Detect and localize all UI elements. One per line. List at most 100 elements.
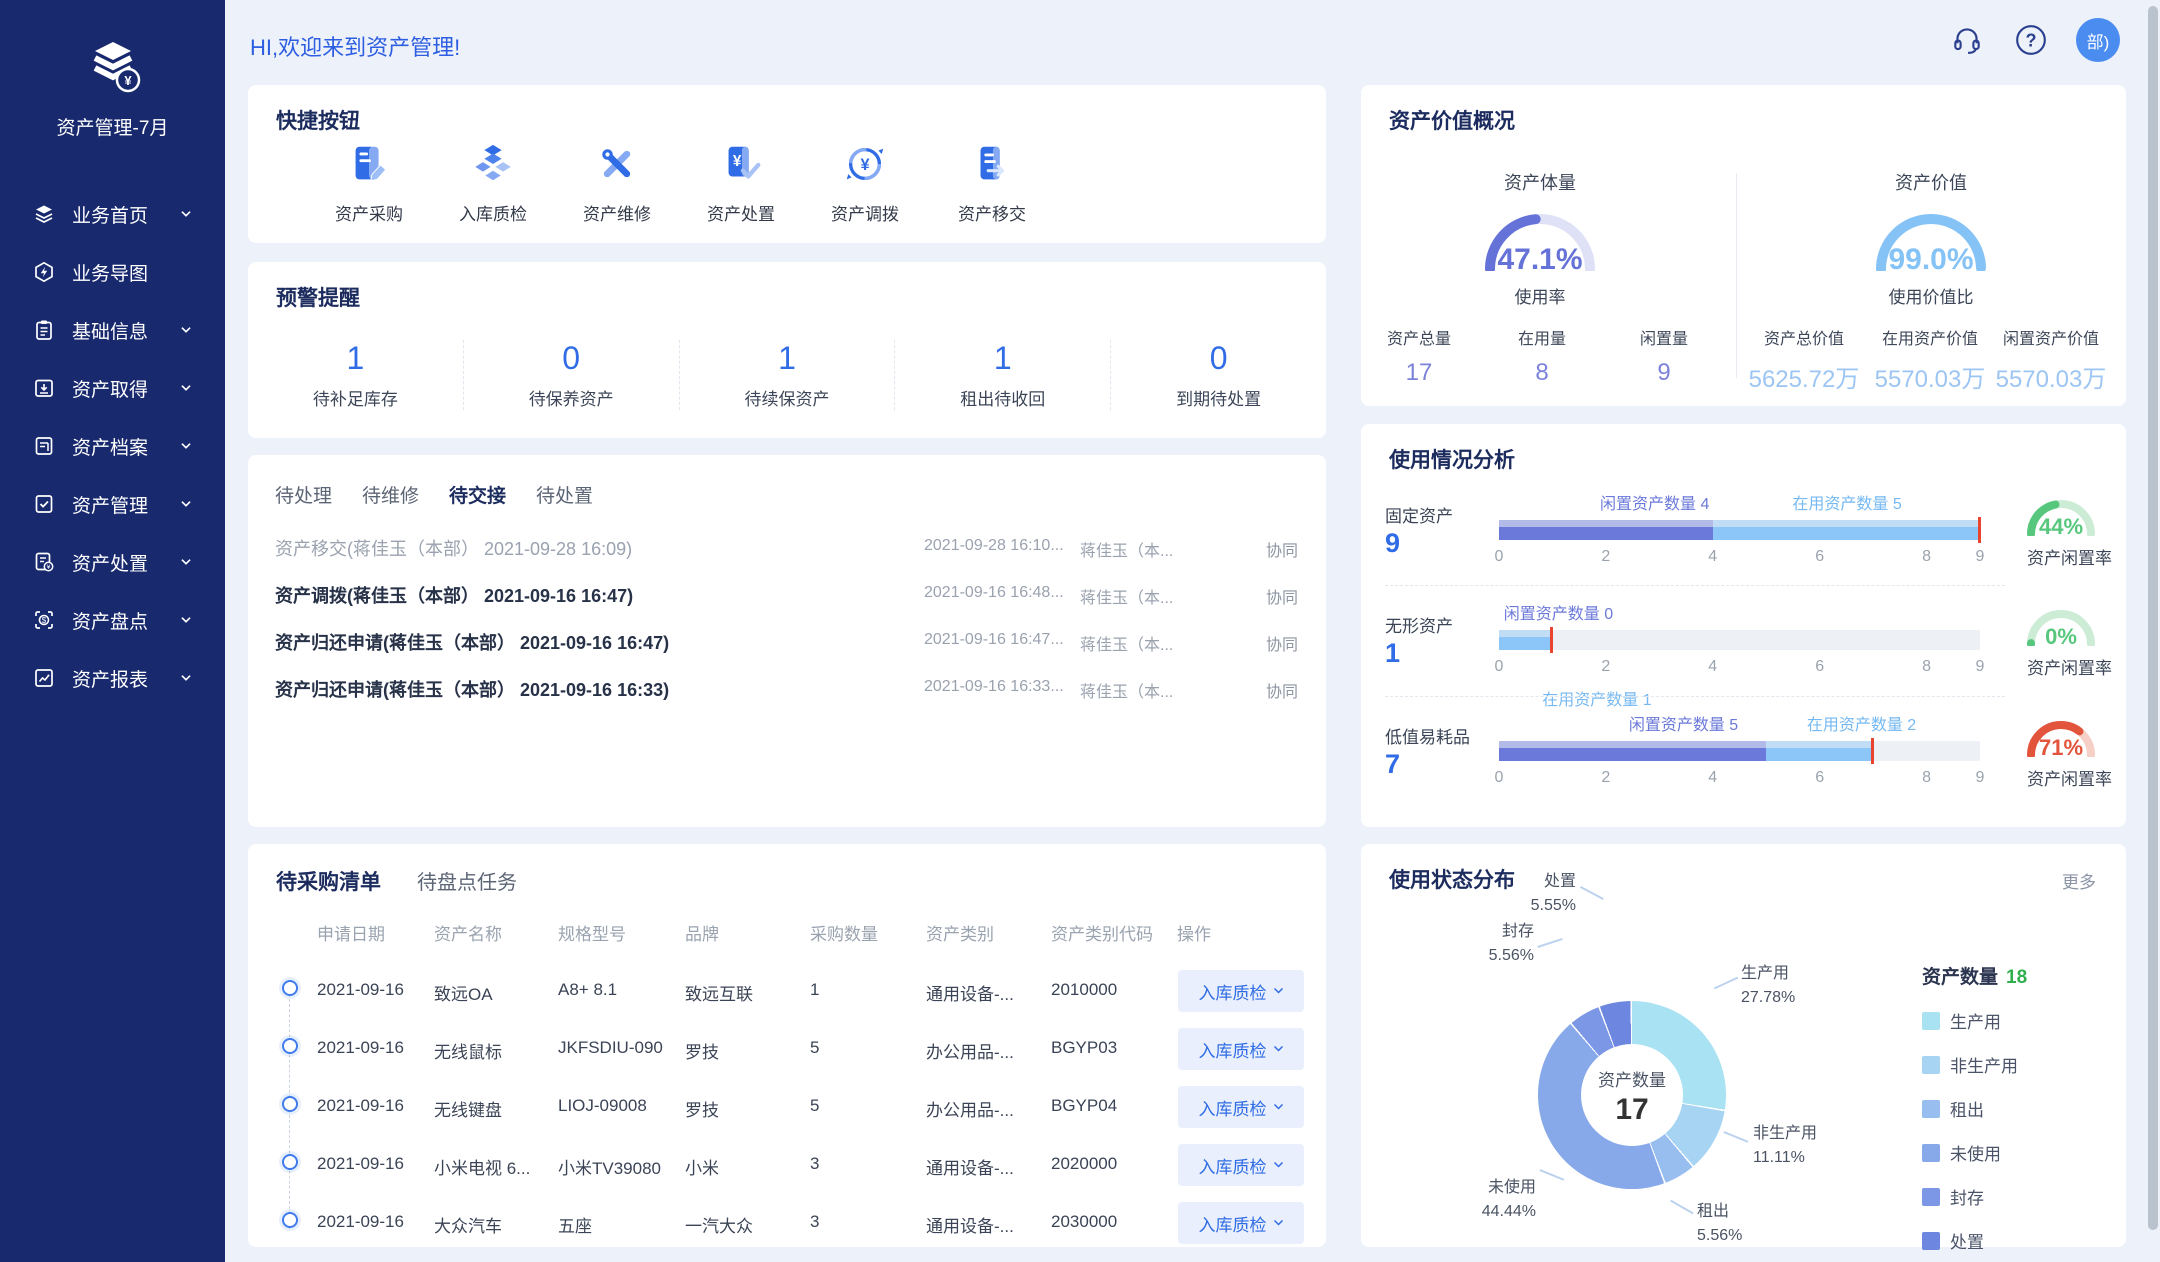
sidebar-item-label: 资产报表 (72, 665, 179, 692)
sidebar-item-asset-acquire[interactable]: 资产取得 (0, 359, 225, 417)
col-category: 资产类别 (926, 920, 994, 945)
tab-repair[interactable]: 待维修 (362, 481, 419, 508)
chevron-down-icon (179, 671, 195, 685)
alert-label: 租出待收回 (895, 385, 1110, 410)
stat-idle-count: 闲置量9 (1589, 325, 1739, 387)
task-row[interactable]: 资产调拨(蒋佳玉（本部） 2021-09-16 16:47) 2021-09-1… (248, 574, 1326, 614)
callout-sealed: 封存5.56% (1429, 920, 1534, 968)
legend-item-production[interactable]: 生产用 (1922, 1008, 2027, 1033)
quick-action-asset-repair[interactable]: 资产维修 (557, 141, 677, 225)
task-person: 蒋佳玉（本... (1080, 678, 1173, 702)
quick-action-inbound-inspection[interactable]: 入库质检 (433, 141, 553, 225)
chart-report-icon (32, 665, 58, 691)
quick-action-asset-transfer[interactable]: ¥ 资产调拨 (805, 141, 925, 225)
inbound-inspection-button[interactable]: 入库质检 (1178, 1086, 1304, 1128)
legend-swatch (1922, 1100, 1940, 1118)
task-tabs: 待处理 待维修 待交接 待处置 (275, 481, 593, 508)
alert-value: 1 (680, 340, 895, 377)
sidebar-item-label: 资产盘点 (72, 607, 179, 634)
sidebar-item-base-info[interactable]: 基础信息 (0, 301, 225, 359)
asset-purchase-icon (346, 141, 392, 187)
tab-purchase-list[interactable]: 待采购清单 (276, 866, 381, 896)
svg-text:$: $ (42, 616, 47, 625)
sidebar-item-asset-dispose[interactable]: ¥ 资产处置 (0, 533, 225, 591)
tab-handover[interactable]: 待交接 (449, 481, 506, 508)
col-model: 规格型号 (558, 920, 626, 945)
alert-value: 1 (895, 340, 1110, 377)
table-row: 2021-09-16 小米电视 6... 小米TV39080 小米 3 通用设备… (248, 1154, 1326, 1198)
quick-action-asset-handover[interactable]: 资产移交 (932, 141, 1052, 225)
tasks-panel: 待处理 待维修 待交接 待处置 资产移交(蒋佳玉（本部） 2021-09-28 … (248, 455, 1326, 827)
timeline-dot (282, 1154, 298, 1170)
task-tag: 协同 (1266, 631, 1298, 655)
legend-item-unused[interactable]: 未使用 (1922, 1140, 2027, 1165)
cell-category: 办公用品-... (926, 1038, 1014, 1063)
inbound-inspection-button[interactable]: 入库质检 (1178, 1144, 1304, 1186)
sidebar-item-label: 资产处置 (72, 549, 179, 576)
panel-title: 快捷按钮 (276, 105, 360, 135)
legend-swatch (1922, 1188, 1940, 1206)
idle-annotation: 闲置资产数量 0 (1504, 600, 1613, 624)
tab-dispose[interactable]: 待处置 (536, 481, 593, 508)
idle-annotation: 闲置资产数量 5 (1629, 711, 1738, 735)
cell-date: 2021-09-16 (317, 1038, 404, 1058)
more-link[interactable]: 更多 (2062, 868, 2096, 893)
topbar-actions: ? 部) (1948, 18, 2120, 62)
support-headset-icon[interactable] (1948, 21, 1986, 59)
document-lines-icon (32, 433, 58, 459)
inuse-annotation: 在用资产数量 2 (1807, 711, 1916, 735)
app-logo: ¥ 资产管理-7月 (0, 40, 225, 140)
page-scrollbar[interactable] (2148, 6, 2158, 1230)
tab-pending[interactable]: 待处理 (275, 481, 332, 508)
task-time: 2021-09-28 16:10... (924, 537, 1064, 555)
callout-line (1537, 938, 1562, 947)
cell-brand: 一汽大众 (685, 1212, 753, 1237)
table-row: 2021-09-16 无线鼠标 JKFSDIU-090 罗技 5 办公用品-..… (248, 1038, 1326, 1082)
inbound-inspection-button[interactable]: 入库质检 (1178, 970, 1304, 1012)
quick-action-asset-disposal[interactable]: ¥ 资产处置 (681, 141, 801, 225)
sidebar-item-asset-archive[interactable]: 资产档案 (0, 417, 225, 475)
legend-item-dispose[interactable]: 处置 (1922, 1228, 2027, 1253)
quick-actions-panel: 快捷按钮 资产采购 入库质检 资产维修 ¥ 资产处置 ¥ 资产调拨 资产移交 (248, 85, 1326, 243)
alert-label: 待补足库存 (248, 385, 463, 410)
sidebar-item-asset-inventory[interactable]: $ 资产盘点 (0, 591, 225, 649)
task-row[interactable]: 资产归还申请(蒋佳玉（本部） 2021-09-16 16:33) 2021-09… (248, 668, 1326, 708)
legend-swatch (1922, 1232, 1940, 1250)
legend-item-sealed[interactable]: 封存 (1922, 1184, 2027, 1209)
sidebar-item-business-map[interactable]: 业务导图 (0, 243, 225, 301)
value-subtitle: 资产价值 (1895, 169, 1967, 195)
sidebar-item-label: 资产档案 (72, 433, 179, 460)
timeline-dot (282, 1038, 298, 1054)
asset-disposal-icon: ¥ (718, 141, 764, 187)
usage-rate-gauge: 47.1% 使用率 (1485, 211, 1595, 307)
legend-item-rented[interactable]: 租出 (1922, 1096, 2027, 1121)
user-avatar[interactable]: 部) (2076, 18, 2120, 62)
quick-action-label: 资产调拨 (805, 200, 925, 225)
alert-value: 1 (248, 340, 463, 377)
chevron-down-icon (179, 207, 195, 221)
task-title: 资产归还申请(蒋佳玉（本部） 2021-09-16 16:47) (275, 629, 669, 655)
quick-action-asset-purchase[interactable]: 资产采购 (309, 141, 429, 225)
task-row[interactable]: 资产归还申请(蒋佳玉（本部） 2021-09-16 16:47) 2021-09… (248, 621, 1326, 661)
greeting-text: HI,欢迎来到资产管理! (250, 30, 460, 62)
gauge-caption: 使用率 (1485, 283, 1595, 308)
inbound-inspection-button[interactable]: 入库质检 (1178, 1028, 1304, 1070)
inbound-inspection-button[interactable]: 入库质检 (1178, 1202, 1304, 1244)
cell-name: 小米电视 6... (434, 1154, 530, 1179)
tab-inventory-tasks[interactable]: 待盘点任务 (417, 866, 517, 895)
gauge-value: 99.0% (1876, 243, 1986, 277)
usage-analysis-panel: 使用情况分析 固定资产 9 闲置资产数量 4 在用资产数量 5 024689 4… (1361, 424, 2126, 827)
help-icon[interactable]: ? (2012, 21, 2050, 59)
task-row[interactable]: 资产移交(蒋佳玉（本部） 2021-09-28 16:09) 2021-09-2… (248, 527, 1326, 567)
cell-model: A8+ 8.1 (558, 980, 617, 1000)
sidebar-item-asset-report[interactable]: 资产报表 (0, 649, 225, 707)
sidebar-item-label: 资产管理 (72, 491, 179, 518)
table-row: 2021-09-16 大众汽车 五座 一汽大众 3 通用设备-... 20300… (248, 1212, 1326, 1256)
quick-action-label: 资产移交 (932, 200, 1052, 225)
callout-rented: 租出5.56% (1697, 1200, 1742, 1248)
legend-item-nonproduction[interactable]: 非生产用 (1922, 1052, 2027, 1077)
sidebar-item-asset-manage[interactable]: 资产管理 (0, 475, 225, 533)
cell-brand: 小米 (685, 1154, 719, 1179)
sidebar-item-business-home[interactable]: 业务首页 (0, 185, 225, 243)
screen: ¥ 资产管理-7月 业务首页 业务导图 基础信息 资产取得 (0, 0, 2160, 1262)
